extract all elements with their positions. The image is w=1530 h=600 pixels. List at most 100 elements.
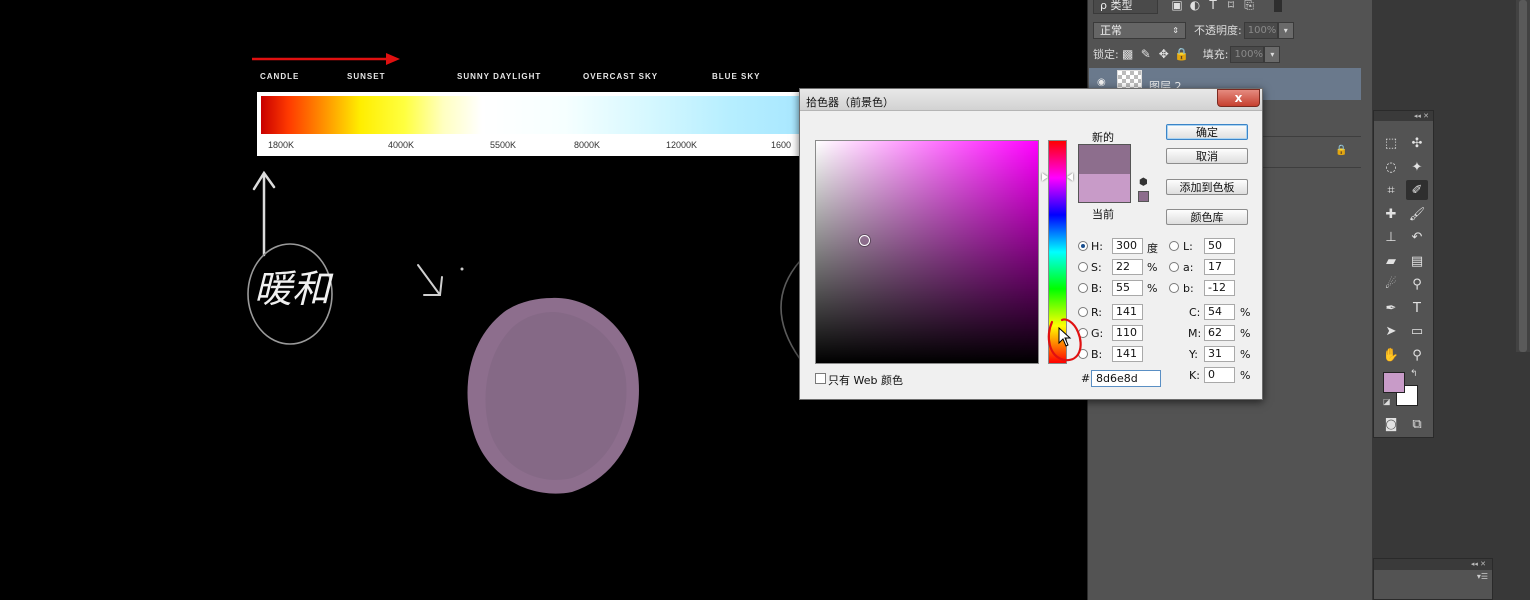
- dodge-tool-icon[interactable]: ⚲: [1406, 274, 1428, 294]
- filter-toggle[interactable]: [1274, 0, 1282, 12]
- gradient-tool-icon[interactable]: ▤: [1406, 251, 1428, 271]
- saturation-brightness-field[interactable]: [815, 140, 1039, 364]
- panel-menu-icon[interactable]: ▾☰: [1477, 572, 1488, 581]
- opacity-dropdown-button[interactable]: ▾: [1277, 21, 1294, 39]
- color-libraries-button[interactable]: 颜色库: [1166, 209, 1248, 225]
- default-colors-icon[interactable]: ◪: [1383, 397, 1391, 406]
- vertical-scrollbar[interactable]: [1516, 0, 1530, 352]
- close-button[interactable]: x: [1217, 89, 1260, 107]
- layer-filter-row: ρ 类型 ▣ ◐ T ⌑ ⎘: [1088, 0, 1373, 14]
- history-brush-tool-icon[interactable]: ↶: [1406, 227, 1428, 247]
- scale-label: 1600: [771, 140, 792, 150]
- current-color-swatch[interactable]: [1078, 174, 1131, 203]
- crop-tool-icon[interactable]: ⌗: [1380, 180, 1402, 200]
- scrollbar-thumb[interactable]: [1519, 0, 1527, 352]
- shape-filter-icon[interactable]: ⌑: [1222, 0, 1240, 12]
- hue-slider-handle-left[interactable]: [1042, 173, 1048, 182]
- web-colors-only-label: 只有 Web 颜色: [828, 374, 903, 387]
- temp-label-sunny-daylight: SUNNY DAYLIGHT: [457, 72, 542, 81]
- rectangle-tool-icon[interactable]: ▭: [1406, 321, 1428, 341]
- color-temperature-scale: 1800K 4000K 5500K 8000K 12000K 1600: [257, 92, 817, 156]
- blur-tool-icon[interactable]: ☄: [1380, 274, 1402, 294]
- adjustment-filter-icon[interactable]: ◐: [1186, 0, 1204, 12]
- cancel-button-label: 取消: [1196, 150, 1218, 163]
- eraser-tool-icon[interactable]: ▰: [1380, 251, 1402, 271]
- layer-filter-select[interactable]: ρ 类型: [1093, 0, 1158, 14]
- lock-all-icon[interactable]: 🔒: [1173, 47, 1191, 61]
- opacity-field[interactable]: 100%: [1243, 21, 1278, 39]
- path-selection-tool-icon[interactable]: ➤: [1380, 321, 1402, 341]
- type-tool-icon[interactable]: T: [1406, 298, 1428, 318]
- cyan-label: C:: [1189, 306, 1201, 319]
- swap-colors-icon[interactable]: ↰: [1410, 369, 1418, 379]
- ok-button[interactable]: 确定: [1166, 124, 1248, 140]
- screen-mode-icon[interactable]: ⧉: [1406, 414, 1428, 434]
- temp-label-candle: CANDLE: [260, 72, 300, 81]
- cyan-unit: %: [1240, 306, 1251, 319]
- radio-saturation[interactable]: [1078, 262, 1088, 272]
- fill-field[interactable]: 100%: [1230, 45, 1265, 63]
- brush-tool-icon[interactable]: 🖌: [1406, 204, 1428, 224]
- red-label: R:: [1091, 306, 1103, 319]
- brightness-input[interactable]: 55: [1112, 280, 1143, 296]
- cyan-input[interactable]: 54: [1204, 304, 1235, 320]
- cancel-button[interactable]: 取消: [1166, 148, 1248, 164]
- pen-tool-icon[interactable]: ✒: [1380, 298, 1402, 318]
- dialog-title-bar[interactable]: 拾色器（前景色） x: [800, 89, 1262, 111]
- hue-input[interactable]: 300: [1112, 238, 1143, 254]
- lock-transparent-icon[interactable]: ▩: [1119, 47, 1137, 61]
- radio-b-channel[interactable]: [1169, 283, 1179, 293]
- radio-brightness[interactable]: [1078, 283, 1088, 293]
- brightness-unit: %: [1147, 282, 1158, 295]
- yellow-input[interactable]: 31: [1204, 346, 1235, 362]
- marquee-tool-icon[interactable]: ⬚: [1380, 133, 1402, 153]
- web-safe-swatch[interactable]: [1138, 191, 1149, 202]
- panel-collapse-icon[interactable]: ◂◂ ✕: [1374, 559, 1492, 570]
- lock-row: 锁定: ▩ ✎ ✥ 🔒 填充: 100% ▾: [1088, 44, 1373, 64]
- b-channel-input[interactable]: -12: [1204, 280, 1235, 296]
- hand-tool-icon[interactable]: ✋: [1380, 345, 1402, 365]
- type-filter-icon[interactable]: T: [1204, 0, 1222, 12]
- healing-brush-tool-icon[interactable]: ✚: [1380, 204, 1402, 224]
- hue-slider-handle-right[interactable]: [1067, 173, 1073, 182]
- clone-stamp-tool-icon[interactable]: ⊥: [1380, 227, 1402, 247]
- lock-position-icon[interactable]: ✥: [1155, 47, 1173, 61]
- lock-paint-icon[interactable]: ✎: [1137, 47, 1155, 61]
- saturation-input[interactable]: 22: [1112, 259, 1143, 275]
- blend-row: 正常 ⇕ 不透明度: 100% ▾: [1088, 20, 1373, 40]
- foreground-color-swatch[interactable]: [1383, 372, 1405, 393]
- hex-input[interactable]: 8d6e8d: [1091, 370, 1161, 387]
- current-color-label: 当前: [1092, 208, 1114, 221]
- black-key-input[interactable]: 0: [1204, 367, 1235, 383]
- out-of-gamut-cube-icon[interactable]: ⬢: [1139, 177, 1148, 188]
- smart-object-filter-icon[interactable]: ⎘: [1240, 0, 1258, 13]
- blend-mode-select[interactable]: 正常 ⇕: [1093, 21, 1186, 39]
- eye-icon[interactable]: ◉: [1097, 77, 1106, 88]
- fill-dropdown-button[interactable]: ▾: [1264, 45, 1281, 63]
- lightness-input[interactable]: 50: [1204, 238, 1235, 254]
- radio-lightness[interactable]: [1169, 241, 1179, 251]
- color-marker[interactable]: [858, 234, 870, 246]
- zoom-tool-icon[interactable]: ⚲: [1406, 345, 1428, 365]
- move-tool-icon[interactable]: ✣: [1406, 133, 1428, 153]
- blue-input[interactable]: 141: [1112, 346, 1143, 362]
- lasso-tool-icon[interactable]: ◌: [1380, 157, 1402, 177]
- red-input[interactable]: 141: [1112, 304, 1143, 320]
- a-channel-input[interactable]: 17: [1204, 259, 1235, 275]
- magenta-input[interactable]: 62: [1204, 325, 1235, 341]
- ok-button-label: 确定: [1196, 126, 1218, 139]
- radio-a-channel[interactable]: [1169, 262, 1179, 272]
- green-input[interactable]: 110: [1112, 325, 1143, 341]
- eyedropper-tool-icon[interactable]: ✐: [1406, 180, 1428, 200]
- toolbox-collapse-icon[interactable]: ◂◂ ✕: [1374, 111, 1433, 121]
- add-to-swatches-button[interactable]: 添加到色板: [1166, 179, 1248, 195]
- web-colors-only-checkbox[interactable]: [815, 373, 826, 384]
- handwriting-warm: 暖和: [254, 267, 331, 311]
- radio-hue[interactable]: [1078, 241, 1088, 251]
- image-filter-icon[interactable]: ▣: [1168, 0, 1186, 12]
- a-channel-label: a:: [1183, 261, 1194, 274]
- magic-wand-tool-icon[interactable]: ✦: [1406, 157, 1428, 177]
- quick-mask-icon[interactable]: ◙: [1380, 414, 1402, 434]
- scale-label: 5500K: [490, 140, 517, 150]
- temp-label-blue-sky: BLUE SKY: [712, 72, 761, 81]
